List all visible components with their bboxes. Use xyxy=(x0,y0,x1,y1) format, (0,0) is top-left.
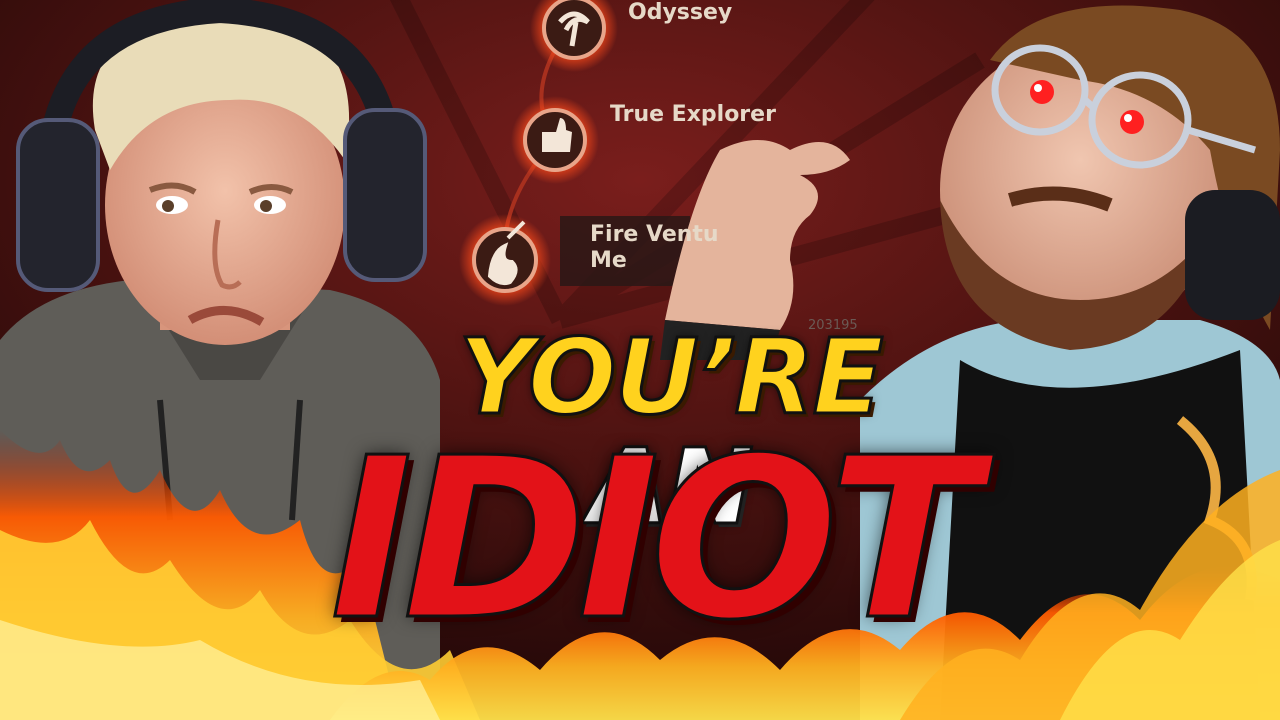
achievement-medal-3 xyxy=(459,214,551,306)
red-eye-left xyxy=(1030,80,1054,104)
right-headphone xyxy=(1185,190,1280,320)
achievement-label-2: True Explorer xyxy=(610,102,776,127)
achievement-label-1: Odyssey xyxy=(628,0,733,25)
headline-word-idiot: IDIOT xyxy=(329,411,982,669)
red-eye-right xyxy=(1120,110,1144,134)
thumbnail-canvas: Odyssey True Explorer Fire Ventu Me 2031… xyxy=(0,0,1280,720)
achievement-label-3: Fire Ventu Me xyxy=(590,222,719,273)
achievement-medal-2 xyxy=(511,96,599,184)
